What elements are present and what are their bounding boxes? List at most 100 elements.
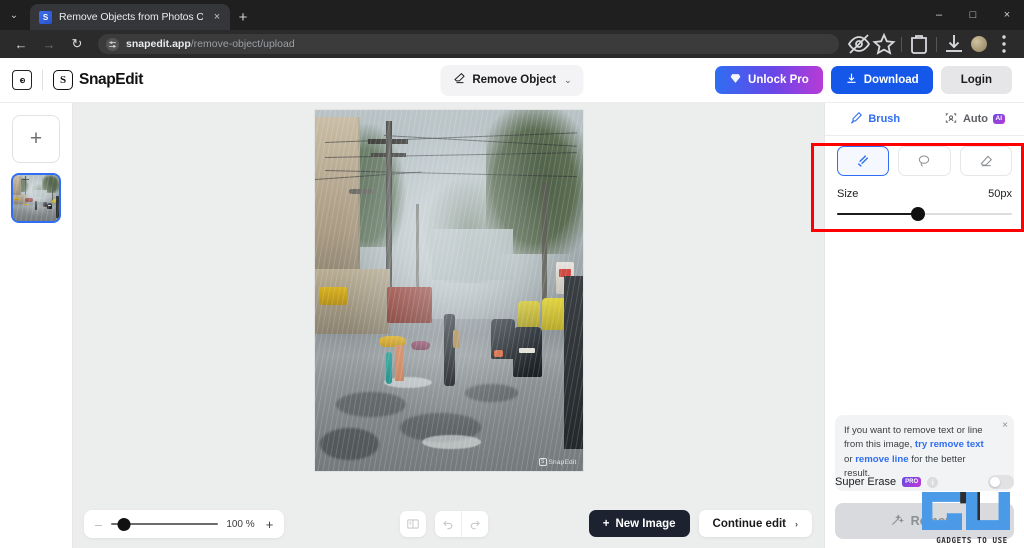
gtu-u-shape: [966, 492, 1010, 530]
tool-buttons-row: [837, 146, 1012, 176]
slider-handle[interactable]: [910, 207, 925, 221]
add-image-button[interactable]: +: [12, 115, 60, 163]
mode-label: Remove Object: [472, 74, 557, 86]
brush-controls: Size 50px: [825, 136, 1024, 222]
try-remove-text-link[interactable]: try remove text: [915, 439, 984, 450]
brush-size-slider[interactable]: [837, 206, 1012, 222]
browser-toolbar-actions: [847, 32, 1016, 56]
lasso-tool-button[interactable]: [898, 146, 951, 176]
slider-fill: [837, 213, 918, 215]
url-domain: snapedit.app: [126, 38, 191, 50]
tab-auto-label: Auto: [962, 113, 989, 125]
address-bar[interactable]: snapedit.app/remove-object/upload: [98, 34, 839, 54]
header-actions: Unlock Pro Download Login: [715, 66, 1012, 94]
magic-wand-icon: [890, 513, 904, 530]
undo-icon[interactable]: [435, 511, 461, 537]
app-header: S SnapEdit Remove Object ⌄ Unlock Pro Do…: [0, 58, 1024, 103]
app-root: ⌄ S Remove Objects from Photos O × + – □…: [0, 0, 1024, 548]
star-icon[interactable]: [872, 32, 896, 56]
snapedit-logo[interactable]: S SnapEdit: [53, 70, 143, 90]
download-label: Download: [863, 74, 919, 86]
header-divider: [42, 70, 43, 90]
profile-avatar[interactable]: [967, 32, 991, 56]
extensions-icon[interactable]: [907, 32, 931, 56]
tune-icon[interactable]: [106, 37, 119, 51]
sidebar-thumbnail[interactable]: [11, 173, 61, 223]
minimize-button[interactable]: –: [922, 0, 956, 30]
ai-badge: AI: [993, 114, 1005, 124]
canvas-history-tools: [400, 511, 488, 537]
reload-icon[interactable]: ↻: [64, 31, 90, 57]
download-button[interactable]: Download: [830, 66, 933, 94]
continue-edit-label: Continue edit: [712, 517, 786, 530]
tab-title: Remove Objects from Photos O: [59, 11, 203, 23]
rainy-street-scene: [314, 110, 583, 471]
panel-mode-tabs: Brush Auto AI: [825, 103, 1024, 136]
chevron-right-icon: ›: [795, 518, 798, 529]
back-icon[interactable]: ←: [8, 31, 34, 57]
thumbnail-image: [13, 175, 59, 221]
browser-toolbar: ← → ↻ snapedit.app/remove-object/upload: [0, 30, 1024, 58]
remove-line-link[interactable]: remove line: [855, 454, 908, 465]
zoom-control-bar: – 100 % +: [84, 510, 284, 538]
new-image-label: New Image: [615, 517, 676, 530]
plus-icon: +: [602, 517, 610, 530]
chrome-menu-icon[interactable]: [992, 32, 1016, 56]
brush-size-row: Size 50px: [837, 188, 1012, 200]
gtu-g-shape: [922, 492, 962, 530]
continue-edit-button[interactable]: Continue edit ›: [698, 510, 812, 537]
info-icon[interactable]: i: [927, 476, 939, 488]
browser-tab[interactable]: S Remove Objects from Photos O ×: [30, 4, 230, 30]
undo-redo-group: [435, 511, 488, 537]
logo-text: SnapEdit: [79, 71, 143, 88]
mode-selector[interactable]: Remove Object ⌄: [440, 64, 584, 96]
canvas-area[interactable]: S SnapEdit: [73, 103, 824, 548]
zoom-slider[interactable]: [111, 517, 218, 531]
maximize-button[interactable]: □: [956, 0, 990, 30]
gtu-watermark-text: GADGETS TO USE: [936, 536, 1008, 545]
chevron-down-icon[interactable]: ⌄: [564, 75, 572, 86]
brush-size-value: 50px: [988, 188, 1012, 200]
close-window-button[interactable]: ×: [990, 0, 1024, 30]
browser-titlebar: ⌄ S Remove Objects from Photos O × + – □…: [0, 0, 1024, 30]
bottom-actions: + New Image Continue edit ›: [588, 510, 812, 537]
download-icon: [845, 72, 858, 88]
logo-mark: S: [53, 70, 73, 90]
brush-tool-button[interactable]: [837, 146, 890, 176]
redo-icon[interactable]: [462, 511, 488, 537]
tab-auto[interactable]: Auto AI: [925, 103, 1024, 135]
tab-brush[interactable]: Brush: [825, 103, 925, 135]
gtu-logo-mark: [922, 492, 1014, 530]
zoom-slider-handle[interactable]: [117, 517, 131, 531]
eye-off-icon[interactable]: [847, 32, 871, 56]
brush-icon: [849, 111, 863, 128]
tab-search-button[interactable]: ⌄: [0, 0, 28, 30]
hint-close-icon[interactable]: ×: [1002, 420, 1008, 431]
unlock-pro-button[interactable]: Unlock Pro: [715, 66, 823, 94]
unlock-pro-label: Unlock Pro: [748, 74, 809, 86]
downloads-icon[interactable]: [942, 32, 966, 56]
super-erase-toggle[interactable]: [988, 475, 1014, 489]
tools-panel: Brush Auto AI Size 50px × If you want to…: [824, 103, 1024, 548]
home-icon[interactable]: [12, 70, 32, 90]
zoom-in-button[interactable]: +: [263, 517, 276, 532]
login-button[interactable]: Login: [940, 66, 1012, 94]
new-tab-button[interactable]: +: [230, 4, 256, 30]
tab-favicon-icon: S: [39, 10, 52, 24]
image-watermark-text: SnapEdit: [548, 458, 577, 466]
tab-close-icon[interactable]: ×: [210, 11, 224, 23]
editor-image[interactable]: S SnapEdit: [314, 110, 583, 471]
brush-size-label: Size: [837, 188, 859, 200]
eraser-icon: [452, 71, 466, 90]
super-erase-label: Super Erase: [835, 476, 897, 488]
split-compare-icon[interactable]: [400, 511, 426, 537]
zoom-out-button[interactable]: –: [92, 517, 105, 532]
address-bar-url: snapedit.app/remove-object/upload: [126, 38, 295, 50]
diamond-icon: [729, 72, 742, 88]
toolbar-divider-2: [936, 36, 937, 52]
eraser-tool-button[interactable]: [959, 146, 1012, 176]
zoom-value: 100 %: [226, 518, 255, 530]
auto-select-icon: [944, 111, 958, 128]
forward-icon[interactable]: →: [36, 31, 62, 57]
new-image-button[interactable]: + New Image: [588, 510, 690, 537]
